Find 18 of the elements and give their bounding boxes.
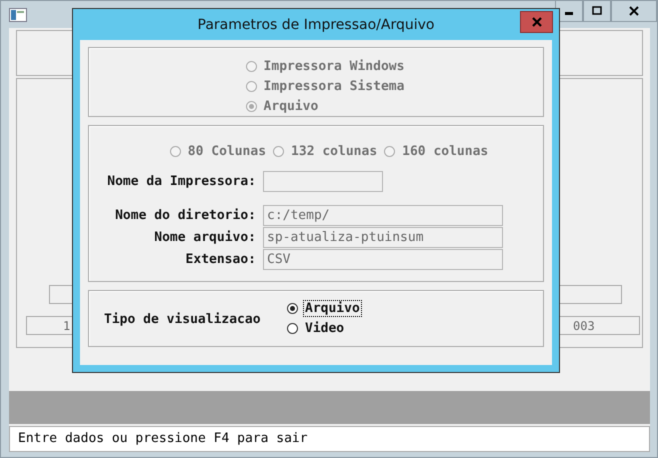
close-button[interactable]	[611, 1, 657, 22]
field-label: Tipo de visualizacao	[104, 311, 262, 327]
input-field[interactable]	[263, 171, 383, 192]
app-icon	[9, 8, 27, 22]
close-icon	[629, 6, 639, 16]
field-label: Nome da Impressora:	[106, 174, 256, 189]
input-field[interactable]: CSV	[263, 249, 503, 270]
maximize-icon	[592, 6, 602, 16]
input-field[interactable]: sp-atualiza-ptuinsum	[263, 227, 503, 248]
input-field[interactable]: c:/temp/	[263, 205, 503, 226]
status-bar: Entre dados ou pressione F4 para sair	[9, 426, 650, 452]
maximize-button[interactable]	[583, 1, 611, 22]
field-label: Nome arquivo:	[153, 230, 256, 245]
field-label: Nome do diretorio:	[114, 208, 256, 223]
dialog-title: Parametros de Impressao/Arquivo	[198, 16, 434, 32]
close-icon	[532, 17, 542, 27]
radio-button[interactable]: Video	[287, 318, 362, 338]
field-label: Extensao:	[184, 252, 256, 267]
